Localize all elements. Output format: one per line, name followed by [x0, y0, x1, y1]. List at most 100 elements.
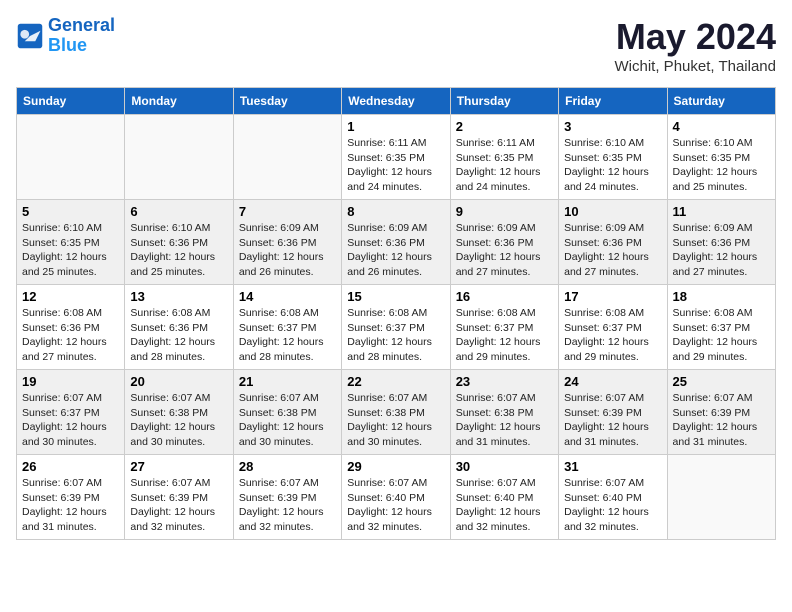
day-info: Sunrise: 6:10 AMSunset: 6:36 PMDaylight:… [130, 221, 227, 280]
day-number: 27 [130, 459, 227, 474]
calendar-cell: 18 Sunrise: 6:08 AMSunset: 6:37 PMDayligh… [667, 285, 775, 370]
calendar-cell: 27 Sunrise: 6:07 AMSunset: 6:39 PMDayligh… [125, 455, 233, 540]
day-info: Sunrise: 6:07 AMSunset: 6:37 PMDaylight:… [22, 391, 119, 450]
day-info: Sunrise: 6:07 AMSunset: 6:38 PMDaylight:… [130, 391, 227, 450]
day-info: Sunrise: 6:08 AMSunset: 6:37 PMDaylight:… [456, 306, 553, 365]
day-number: 23 [456, 374, 553, 389]
calendar-cell: 30 Sunrise: 6:07 AMSunset: 6:40 PMDayligh… [450, 455, 558, 540]
day-info: Sunrise: 6:11 AMSunset: 6:35 PMDaylight:… [456, 136, 553, 195]
day-info: Sunrise: 6:09 AMSunset: 6:36 PMDaylight:… [456, 221, 553, 280]
day-number: 31 [564, 459, 661, 474]
calendar-week-row: 26 Sunrise: 6:07 AMSunset: 6:39 PMDayligh… [17, 455, 776, 540]
calendar-cell: 19Sunrise: 6:07 AMSunset: 6:37 PMDayligh… [17, 370, 125, 455]
day-info: Sunrise: 6:08 AMSunset: 6:37 PMDaylight:… [239, 306, 336, 365]
day-number: 25 [673, 374, 770, 389]
day-info: Sunrise: 6:07 AMSunset: 6:38 PMDaylight:… [456, 391, 553, 450]
calendar-cell: 29 Sunrise: 6:07 AMSunset: 6:40 PMDayligh… [342, 455, 450, 540]
calendar-week-row: 19Sunrise: 6:07 AMSunset: 6:37 PMDayligh… [17, 370, 776, 455]
calendar-week-row: 1Sunrise: 6:11 AMSunset: 6:35 PMDaylight… [17, 115, 776, 200]
month-title: May 2024 [615, 16, 776, 58]
day-number: 21 [239, 374, 336, 389]
calendar-cell: 6 Sunrise: 6:10 AMSunset: 6:36 PMDaylight… [125, 200, 233, 285]
calendar-cell: 15Sunrise: 6:08 AMSunset: 6:37 PMDayligh… [342, 285, 450, 370]
day-number: 14 [239, 289, 336, 304]
weekday-header-tuesday: Tuesday [233, 88, 341, 115]
calendar-cell: 28Sunrise: 6:07 AMSunset: 6:39 PMDayligh… [233, 455, 341, 540]
day-info: Sunrise: 6:07 AMSunset: 6:39 PMDaylight:… [564, 391, 661, 450]
day-info: Sunrise: 6:10 AMSunset: 6:35 PMDaylight:… [673, 136, 770, 195]
day-info: Sunrise: 6:09 AMSunset: 6:36 PMDaylight:… [239, 221, 336, 280]
calendar-cell: 3 Sunrise: 6:10 AMSunset: 6:35 PMDaylight… [559, 115, 667, 200]
day-info: Sunrise: 6:10 AMSunset: 6:35 PMDaylight:… [22, 221, 119, 280]
weekday-header-row: SundayMondayTuesdayWednesdayThursdayFrid… [17, 88, 776, 115]
day-number: 6 [130, 204, 227, 219]
day-info: Sunrise: 6:08 AMSunset: 6:37 PMDaylight:… [673, 306, 770, 365]
calendar-cell: 12 Sunrise: 6:08 AMSunset: 6:36 PMDayligh… [17, 285, 125, 370]
day-info: Sunrise: 6:08 AMSunset: 6:37 PMDaylight:… [564, 306, 661, 365]
calendar-cell: 5 Sunrise: 6:10 AMSunset: 6:35 PMDaylight… [17, 200, 125, 285]
calendar-cell [233, 115, 341, 200]
day-number: 5 [22, 204, 119, 219]
day-number: 13 [130, 289, 227, 304]
day-info: Sunrise: 6:08 AMSunset: 6:36 PMDaylight:… [130, 306, 227, 365]
calendar-cell: 11 Sunrise: 6:09 AMSunset: 6:36 PMDayligh… [667, 200, 775, 285]
day-info: Sunrise: 6:07 AMSunset: 6:40 PMDaylight:… [347, 476, 444, 535]
day-number: 26 [22, 459, 119, 474]
weekday-header-wednesday: Wednesday [342, 88, 450, 115]
day-number: 7 [239, 204, 336, 219]
weekday-header-saturday: Saturday [667, 88, 775, 115]
calendar-table: SundayMondayTuesdayWednesdayThursdayFrid… [16, 87, 776, 540]
day-info: Sunrise: 6:07 AMSunset: 6:40 PMDaylight:… [564, 476, 661, 535]
day-info: Sunrise: 6:07 AMSunset: 6:40 PMDaylight:… [456, 476, 553, 535]
day-number: 16 [456, 289, 553, 304]
calendar-week-row: 12 Sunrise: 6:08 AMSunset: 6:36 PMDayligh… [17, 285, 776, 370]
day-number: 17 [564, 289, 661, 304]
day-number: 3 [564, 119, 661, 134]
day-number: 12 [22, 289, 119, 304]
day-number: 11 [673, 204, 770, 219]
calendar-cell: 25Sunrise: 6:07 AMSunset: 6:39 PMDayligh… [667, 370, 775, 455]
day-number: 28 [239, 459, 336, 474]
calendar-cell: 26 Sunrise: 6:07 AMSunset: 6:39 PMDayligh… [17, 455, 125, 540]
weekday-header-sunday: Sunday [17, 88, 125, 115]
calendar-cell: 13 Sunrise: 6:08 AMSunset: 6:36 PMDayligh… [125, 285, 233, 370]
weekday-header-thursday: Thursday [450, 88, 558, 115]
day-number: 18 [673, 289, 770, 304]
day-number: 24 [564, 374, 661, 389]
calendar-cell: 7 Sunrise: 6:09 AMSunset: 6:36 PMDaylight… [233, 200, 341, 285]
day-info: Sunrise: 6:08 AMSunset: 6:36 PMDaylight:… [22, 306, 119, 365]
calendar-cell: 8Sunrise: 6:09 AMSunset: 6:36 PMDaylight… [342, 200, 450, 285]
logo-icon [16, 22, 44, 50]
day-number: 2 [456, 119, 553, 134]
location-subtitle: Wichit, Phuket, Thailand [615, 58, 776, 75]
day-number: 22 [347, 374, 444, 389]
calendar-cell: 2 Sunrise: 6:11 AMSunset: 6:35 PMDaylight… [450, 115, 558, 200]
logo-text: General Blue [48, 16, 115, 56]
calendar-week-row: 5 Sunrise: 6:10 AMSunset: 6:35 PMDaylight… [17, 200, 776, 285]
day-info: Sunrise: 6:07 AMSunset: 6:39 PMDaylight:… [22, 476, 119, 535]
calendar-cell: 21 Sunrise: 6:07 AMSunset: 6:38 PMDayligh… [233, 370, 341, 455]
day-info: Sunrise: 6:10 AMSunset: 6:35 PMDaylight:… [564, 136, 661, 195]
day-info: Sunrise: 6:11 AMSunset: 6:35 PMDaylight:… [347, 136, 444, 195]
calendar-cell: 1Sunrise: 6:11 AMSunset: 6:35 PMDaylight… [342, 115, 450, 200]
calendar-cell: 10Sunrise: 6:09 AMSunset: 6:36 PMDayligh… [559, 200, 667, 285]
calendar-cell [125, 115, 233, 200]
day-info: Sunrise: 6:07 AMSunset: 6:38 PMDaylight:… [347, 391, 444, 450]
day-number: 10 [564, 204, 661, 219]
calendar-cell: 14 Sunrise: 6:08 AMSunset: 6:37 PMDayligh… [233, 285, 341, 370]
calendar-cell: 17 Sunrise: 6:08 AMSunset: 6:37 PMDayligh… [559, 285, 667, 370]
calendar-cell: 4Sunrise: 6:10 AMSunset: 6:35 PMDaylight… [667, 115, 775, 200]
calendar-cell: 22 Sunrise: 6:07 AMSunset: 6:38 PMDayligh… [342, 370, 450, 455]
day-number: 29 [347, 459, 444, 474]
calendar-cell [667, 455, 775, 540]
calendar-cell: 9Sunrise: 6:09 AMSunset: 6:36 PMDaylight… [450, 200, 558, 285]
calendar-cell [17, 115, 125, 200]
day-number: 15 [347, 289, 444, 304]
day-info: Sunrise: 6:07 AMSunset: 6:39 PMDaylight:… [130, 476, 227, 535]
day-number: 30 [456, 459, 553, 474]
day-info: Sunrise: 6:07 AMSunset: 6:38 PMDaylight:… [239, 391, 336, 450]
weekday-header-monday: Monday [125, 88, 233, 115]
day-number: 8 [347, 204, 444, 219]
calendar-cell: 20Sunrise: 6:07 AMSunset: 6:38 PMDayligh… [125, 370, 233, 455]
day-info: Sunrise: 6:09 AMSunset: 6:36 PMDaylight:… [673, 221, 770, 280]
